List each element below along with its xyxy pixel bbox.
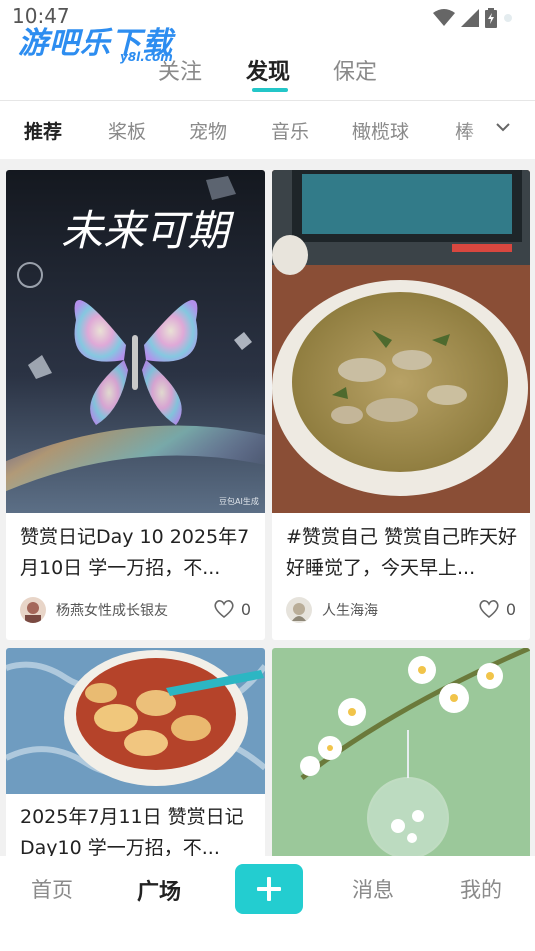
image-watermark: 豆包AI生成 bbox=[219, 496, 259, 506]
avatar[interactable] bbox=[286, 597, 312, 623]
nav-messages[interactable]: 消息 bbox=[352, 874, 394, 904]
heart-outline-icon bbox=[479, 600, 499, 619]
card-text: #赞赏自己 赞赏自己昨天好好睡觉了，今天早上... bbox=[286, 526, 517, 579]
feed: 未来可期 豆包AI生成 赞赏日记Day 10 2025年7月10日 学一万招，不… bbox=[0, 160, 535, 856]
like-count: 0 bbox=[505, 599, 516, 619]
card-author[interactable]: 杨燕女性成长银友 bbox=[20, 597, 168, 623]
heart-outline-icon bbox=[214, 600, 234, 619]
nav-home[interactable]: 首页 bbox=[31, 874, 73, 904]
card-image-blossom[interactable] bbox=[272, 648, 530, 856]
bottom-nav: 首页 广场 消息 我的 bbox=[0, 856, 535, 951]
soup-photo bbox=[272, 170, 530, 513]
add-post-button[interactable] bbox=[235, 864, 303, 914]
butterfly-illustration: 未来可期 豆包AI生成 bbox=[6, 170, 265, 513]
feed-card[interactable] bbox=[272, 648, 530, 856]
category-bar: 推荐 桨板 宠物 音乐 橄榄球 棒 bbox=[0, 101, 535, 159]
tab-baoding[interactable]: 保定 bbox=[333, 54, 377, 86]
status-icons bbox=[433, 8, 513, 28]
card-text: 2025年7月11日 赞赏日记Day10 学一万招，不... bbox=[20, 806, 244, 856]
tab-discover[interactable]: 发现 bbox=[246, 54, 290, 86]
category-recommend[interactable]: 推荐 bbox=[24, 117, 62, 144]
author-name: 人生海海 bbox=[322, 603, 378, 619]
like-button[interactable]: 0 bbox=[213, 599, 251, 619]
avatar[interactable] bbox=[20, 597, 46, 623]
card-text: 赞赏日记Day 10 2025年7月10日 学一万招，不... bbox=[20, 526, 250, 579]
site-watermark-sub: y8l.com bbox=[120, 50, 173, 64]
like-count: 0 bbox=[240, 599, 251, 619]
feed-card[interactable]: #赞赏自己 赞赏自己昨天好好睡觉了，今天早上... 人生海海 0 bbox=[272, 170, 530, 640]
card-image-soup[interactable] bbox=[272, 170, 530, 513]
category-music[interactable]: 音乐 bbox=[271, 117, 309, 144]
image-caption: 未来可期 bbox=[61, 206, 235, 255]
card-author[interactable]: 人生海海 bbox=[286, 597, 378, 623]
feed-card[interactable]: 2025年7月11日 赞赏日记Day10 学一万招，不... bbox=[6, 648, 265, 856]
app-screen: 10:47 游吧乐下载 y8l.com 关注 发现 保定 推荐 桨板 宠物 音乐… bbox=[0, 0, 535, 951]
blossom-illustration bbox=[272, 648, 530, 856]
category-paddleboard[interactable]: 桨板 bbox=[108, 117, 146, 144]
battery-icon bbox=[485, 8, 497, 28]
wifi-icon bbox=[433, 9, 455, 26]
signal-icon bbox=[461, 9, 479, 27]
feed-card[interactable]: 未来可期 豆包AI生成 赞赏日记Day 10 2025年7月10日 学一万招，不… bbox=[6, 170, 265, 640]
card-image-butterfly[interactable]: 未来可期 豆包AI生成 bbox=[6, 170, 265, 513]
like-button[interactable]: 0 bbox=[478, 599, 516, 619]
nav-mine[interactable]: 我的 bbox=[460, 874, 502, 904]
plus-icon bbox=[257, 877, 281, 901]
category-pets[interactable]: 宠物 bbox=[189, 117, 227, 144]
active-tab-indicator bbox=[252, 88, 288, 92]
chevron-down-icon[interactable] bbox=[495, 121, 511, 133]
category-rugby[interactable]: 橄榄球 bbox=[352, 117, 409, 144]
dumplings-photo bbox=[6, 648, 265, 794]
author-name: 杨燕女性成长银友 bbox=[56, 603, 168, 619]
nav-square[interactable]: 广场 bbox=[137, 874, 181, 906]
dot-icon bbox=[504, 14, 512, 22]
card-image-dumplings[interactable] bbox=[6, 648, 265, 794]
